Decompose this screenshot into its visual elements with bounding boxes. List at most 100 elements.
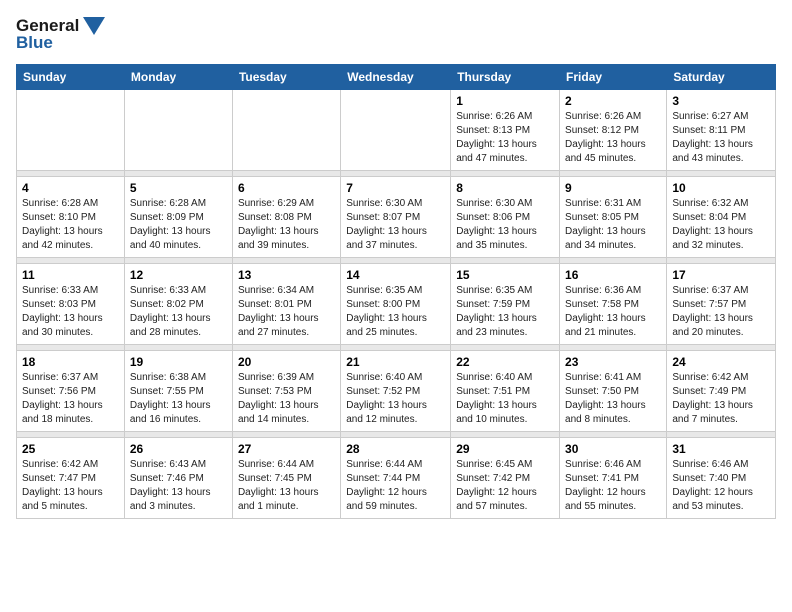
calendar-cell: 5 Sunrise: 6:28 AM Sunset: 8:09 PM Daylig…	[124, 177, 232, 258]
day-info: Sunrise: 6:39 AM Sunset: 7:53 PM Dayligh…	[238, 371, 335, 427]
header-thursday: Thursday	[451, 65, 560, 90]
day-number: 12	[130, 268, 227, 282]
day-number: 25	[22, 442, 119, 456]
day-number: 20	[238, 355, 335, 369]
calendar-cell: 9 Sunrise: 6:31 AM Sunset: 8:05 PM Daylig…	[560, 177, 667, 258]
day-number: 18	[22, 355, 119, 369]
day-number: 26	[130, 442, 227, 456]
day-info: Sunrise: 6:43 AM Sunset: 7:46 PM Dayligh…	[130, 458, 227, 514]
calendar-cell: 15 Sunrise: 6:35 AM Sunset: 7:59 PM Dayli…	[451, 264, 560, 345]
calendar-cell: 13 Sunrise: 6:34 AM Sunset: 8:01 PM Dayli…	[232, 264, 340, 345]
calendar-header-row: SundayMondayTuesdayWednesdayThursdayFrid…	[17, 65, 776, 90]
day-number: 23	[565, 355, 661, 369]
day-info: Sunrise: 6:33 AM Sunset: 8:02 PM Dayligh…	[130, 284, 227, 340]
calendar-week-row: 25 Sunrise: 6:42 AM Sunset: 7:47 PM Dayli…	[17, 438, 776, 519]
calendar-cell: 10 Sunrise: 6:32 AM Sunset: 8:04 PM Dayli…	[667, 177, 776, 258]
day-info: Sunrise: 6:44 AM Sunset: 7:45 PM Dayligh…	[238, 458, 335, 514]
day-info: Sunrise: 6:44 AM Sunset: 7:44 PM Dayligh…	[346, 458, 445, 514]
day-info: Sunrise: 6:35 AM Sunset: 8:00 PM Dayligh…	[346, 284, 445, 340]
day-number: 30	[565, 442, 661, 456]
calendar-cell: 31 Sunrise: 6:46 AM Sunset: 7:40 PM Dayli…	[667, 438, 776, 519]
calendar-cell: 8 Sunrise: 6:30 AM Sunset: 8:06 PM Daylig…	[451, 177, 560, 258]
calendar-cell: 22 Sunrise: 6:40 AM Sunset: 7:51 PM Dayli…	[451, 351, 560, 432]
day-info: Sunrise: 6:30 AM Sunset: 8:06 PM Dayligh…	[456, 197, 554, 253]
calendar-cell: 11 Sunrise: 6:33 AM Sunset: 8:03 PM Dayli…	[17, 264, 125, 345]
day-info: Sunrise: 6:32 AM Sunset: 8:04 PM Dayligh…	[672, 197, 770, 253]
calendar-week-row: 4Sunrise: 6:28 AM Sunset: 8:10 PM Daylig…	[17, 177, 776, 258]
day-number: 7	[346, 181, 445, 195]
day-info: Sunrise: 6:38 AM Sunset: 7:55 PM Dayligh…	[130, 371, 227, 427]
day-info: Sunrise: 6:40 AM Sunset: 7:52 PM Dayligh…	[346, 371, 445, 427]
day-info: Sunrise: 6:33 AM Sunset: 8:03 PM Dayligh…	[22, 284, 119, 340]
day-number: 19	[130, 355, 227, 369]
day-info: Sunrise: 6:36 AM Sunset: 7:58 PM Dayligh…	[565, 284, 661, 340]
day-info: Sunrise: 6:42 AM Sunset: 7:49 PM Dayligh…	[672, 371, 770, 427]
day-info: Sunrise: 6:29 AM Sunset: 8:08 PM Dayligh…	[238, 197, 335, 253]
day-info: Sunrise: 6:46 AM Sunset: 7:40 PM Dayligh…	[672, 458, 770, 514]
calendar-cell: 6 Sunrise: 6:29 AM Sunset: 8:08 PM Daylig…	[232, 177, 340, 258]
day-number: 27	[238, 442, 335, 456]
calendar-cell: 28 Sunrise: 6:44 AM Sunset: 7:44 PM Dayli…	[341, 438, 451, 519]
calendar-cell: 18 Sunrise: 6:37 AM Sunset: 7:56 PM Dayli…	[17, 351, 125, 432]
logo: General Blue	[16, 16, 105, 52]
header-tuesday: Tuesday	[232, 65, 340, 90]
day-number: 15	[456, 268, 554, 282]
day-number: 16	[565, 268, 661, 282]
calendar-cell	[17, 90, 125, 171]
calendar-week-row: 11 Sunrise: 6:33 AM Sunset: 8:03 PM Dayli…	[17, 264, 776, 345]
calendar-cell: 25 Sunrise: 6:42 AM Sunset: 7:47 PM Dayli…	[17, 438, 125, 519]
day-info: Sunrise: 6:37 AM Sunset: 7:57 PM Dayligh…	[672, 284, 770, 340]
day-number: 8	[456, 181, 554, 195]
calendar-cell: 30 Sunrise: 6:46 AM Sunset: 7:41 PM Dayli…	[560, 438, 667, 519]
day-info: Sunrise: 6:34 AM Sunset: 8:01 PM Dayligh…	[238, 284, 335, 340]
calendar-cell	[124, 90, 232, 171]
day-number: 2	[565, 94, 661, 108]
day-number: 5	[130, 181, 227, 195]
day-number: 22	[456, 355, 554, 369]
day-number: 11	[22, 268, 119, 282]
calendar-cell	[232, 90, 340, 171]
header-friday: Friday	[560, 65, 667, 90]
day-info: Sunrise: 6:26 AM Sunset: 8:12 PM Dayligh…	[565, 110, 661, 166]
day-info: Sunrise: 6:26 AM Sunset: 8:13 PM Dayligh…	[456, 110, 554, 166]
day-info: Sunrise: 6:30 AM Sunset: 8:07 PM Dayligh…	[346, 197, 445, 253]
calendar-cell	[341, 90, 451, 171]
calendar-cell: 29 Sunrise: 6:45 AM Sunset: 7:42 PM Dayli…	[451, 438, 560, 519]
calendar-cell: 3 Sunrise: 6:27 AM Sunset: 8:11 PM Daylig…	[667, 90, 776, 171]
day-number: 6	[238, 181, 335, 195]
day-number: 28	[346, 442, 445, 456]
calendar-table: SundayMondayTuesdayWednesdayThursdayFrid…	[16, 64, 776, 519]
day-info: Sunrise: 6:31 AM Sunset: 8:05 PM Dayligh…	[565, 197, 661, 253]
calendar-cell: 17Sunrise: 6:37 AM Sunset: 7:57 PM Dayli…	[667, 264, 776, 345]
calendar-cell: 16 Sunrise: 6:36 AM Sunset: 7:58 PM Dayli…	[560, 264, 667, 345]
day-info: Sunrise: 6:27 AM Sunset: 8:11 PM Dayligh…	[672, 110, 770, 166]
day-info: Sunrise: 6:28 AM Sunset: 8:09 PM Dayligh…	[130, 197, 227, 253]
day-info: Sunrise: 6:41 AM Sunset: 7:50 PM Dayligh…	[565, 371, 661, 427]
calendar-cell: 2 Sunrise: 6:26 AM Sunset: 8:12 PM Daylig…	[560, 90, 667, 171]
calendar-cell: 20 Sunrise: 6:39 AM Sunset: 7:53 PM Dayli…	[232, 351, 340, 432]
day-info: Sunrise: 6:35 AM Sunset: 7:59 PM Dayligh…	[456, 284, 554, 340]
calendar-cell: 23 Sunrise: 6:41 AM Sunset: 7:50 PM Dayli…	[560, 351, 667, 432]
day-number: 3	[672, 94, 770, 108]
calendar-cell: 19 Sunrise: 6:38 AM Sunset: 7:55 PM Dayli…	[124, 351, 232, 432]
calendar-cell: 1 Sunrise: 6:26 AM Sunset: 8:13 PM Daylig…	[451, 90, 560, 171]
day-info: Sunrise: 6:37 AM Sunset: 7:56 PM Dayligh…	[22, 371, 119, 427]
day-number: 10	[672, 181, 770, 195]
day-number: 29	[456, 442, 554, 456]
day-info: Sunrise: 6:40 AM Sunset: 7:51 PM Dayligh…	[456, 371, 554, 427]
calendar-cell: 27 Sunrise: 6:44 AM Sunset: 7:45 PM Dayli…	[232, 438, 340, 519]
day-info: Sunrise: 6:28 AM Sunset: 8:10 PM Dayligh…	[22, 197, 119, 253]
day-number: 13	[238, 268, 335, 282]
day-info: Sunrise: 6:42 AM Sunset: 7:47 PM Dayligh…	[22, 458, 119, 514]
day-info: Sunrise: 6:45 AM Sunset: 7:42 PM Dayligh…	[456, 458, 554, 514]
day-number: 31	[672, 442, 770, 456]
calendar-week-row: 1 Sunrise: 6:26 AM Sunset: 8:13 PM Daylig…	[17, 90, 776, 171]
day-info: Sunrise: 6:46 AM Sunset: 7:41 PM Dayligh…	[565, 458, 661, 514]
day-number: 9	[565, 181, 661, 195]
page-header: General Blue	[16, 16, 776, 52]
calendar-week-row: 18 Sunrise: 6:37 AM Sunset: 7:56 PM Dayli…	[17, 351, 776, 432]
header-saturday: Saturday	[667, 65, 776, 90]
day-number: 1	[456, 94, 554, 108]
day-number: 24	[672, 355, 770, 369]
day-number: 21	[346, 355, 445, 369]
